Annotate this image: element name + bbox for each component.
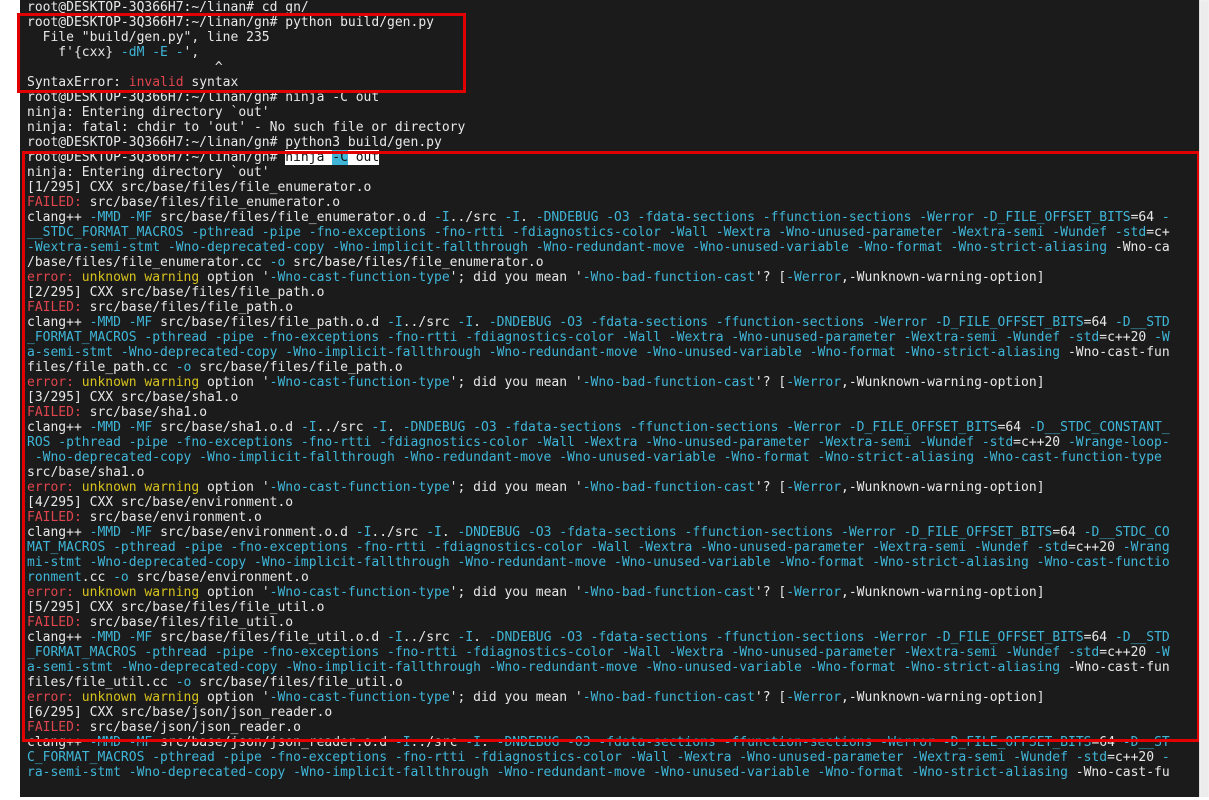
terminal-text-segment: root@DESKTOP-3Q366H7:~/linan/gn# python3… (27, 135, 442, 150)
annotation-box-syntax-error (17, 13, 466, 93)
scrollbar-track[interactable] (1201, 2, 1208, 798)
terminal-text-segment: ra-semi-stmt -Wno-deprecated-copy -Wno-i… (27, 765, 1076, 780)
terminal-text-segment: =c++20 (1107, 750, 1162, 765)
terminal-text-segment: - (1161, 750, 1170, 765)
terminal-text-segment: ninja: fatal: chdir to 'out' - No such f… (27, 120, 466, 135)
vertical-scrollbar[interactable] (1199, 0, 1209, 800)
annotation-box-build-failures (22, 151, 1200, 742)
terminal-line: root@DESKTOP-3Q366H7:~/linan/gn# python3… (27, 135, 1170, 150)
terminal-line: C_FORMAT_MACROS -pthread -pipe -fno-exce… (27, 750, 1170, 765)
terminal-text-segment: -Wno-cast-fu (1075, 765, 1170, 780)
terminal-line: ninja: Entering directory `out' (27, 105, 1170, 120)
terminal-text-segment: ninja: Entering directory `out' (27, 105, 270, 120)
terminal-line: ninja: fatal: chdir to 'out' - No such f… (27, 120, 1170, 135)
terminal-text-segment: C_FORMAT_MACROS -pthread -pipe -fno-exce… (27, 750, 1108, 765)
terminal-line: ra-semi-stmt -Wno-deprecated-copy -Wno-i… (27, 765, 1170, 780)
